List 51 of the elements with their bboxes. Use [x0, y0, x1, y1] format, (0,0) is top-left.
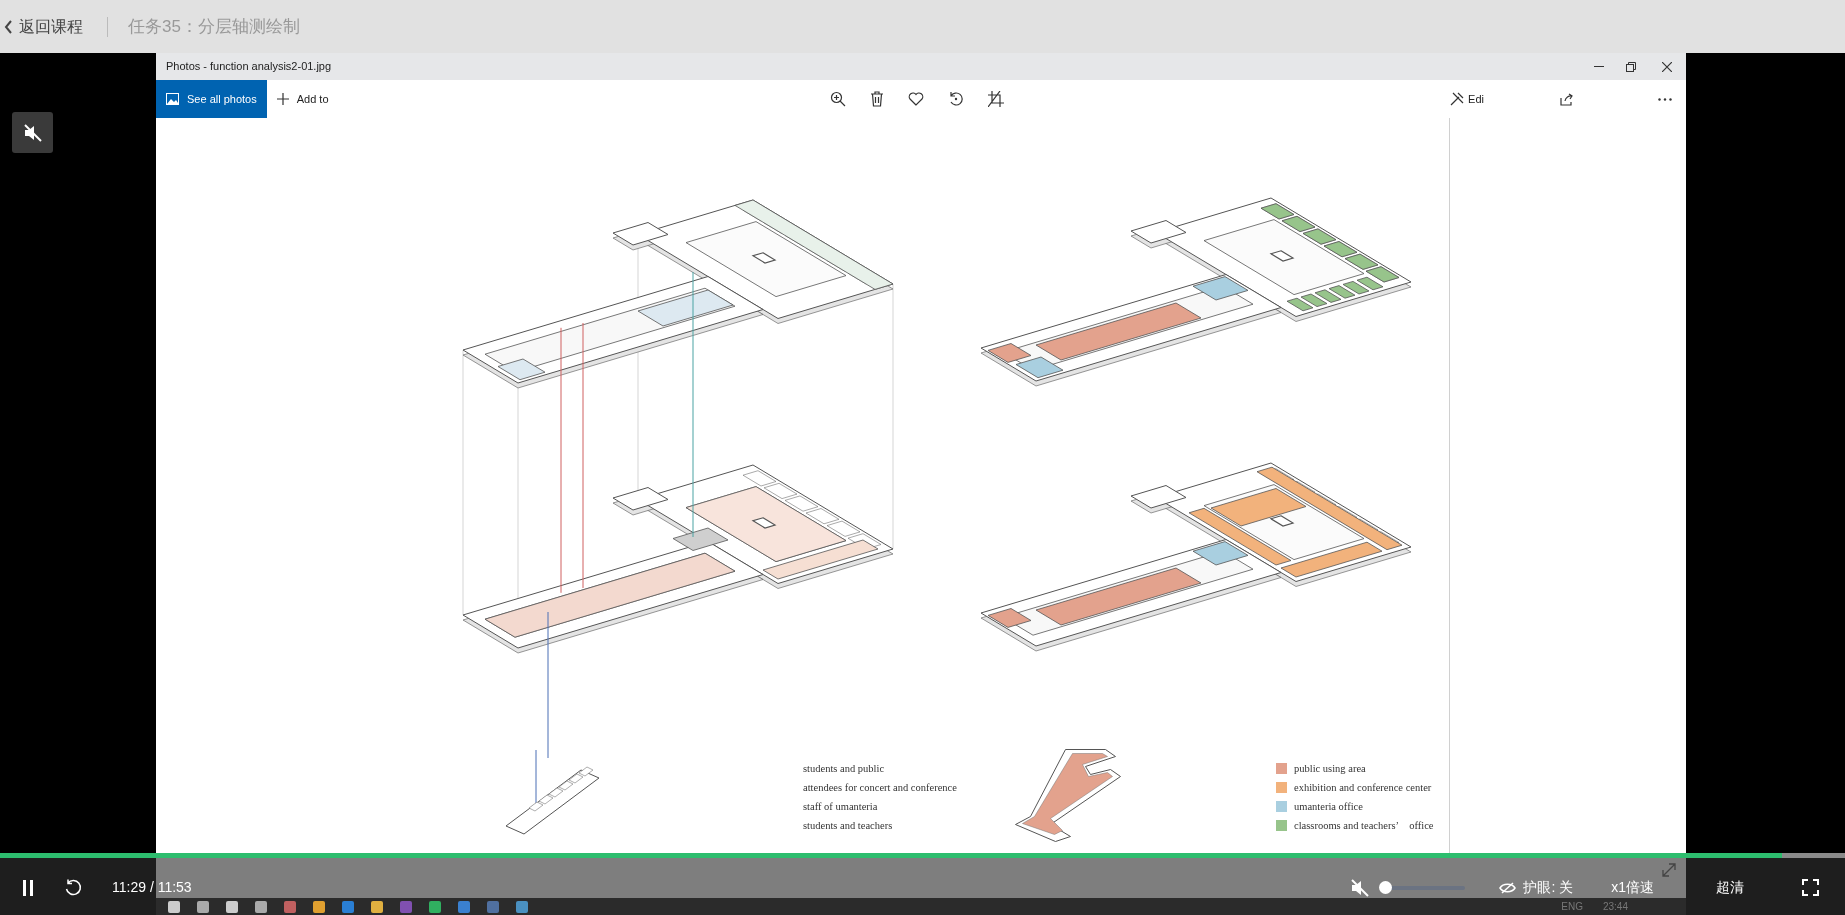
crop-icon[interactable]	[988, 91, 1004, 107]
legend-label: umanteria office	[1294, 800, 1363, 814]
taskbar-app-icon[interactable]	[427, 899, 443, 914]
add-to-button[interactable]: Add to	[266, 80, 339, 118]
replay-10-icon[interactable]	[64, 878, 82, 897]
more-icon[interactable]	[1658, 97, 1672, 101]
taskbar-app-icon[interactable]	[253, 899, 269, 914]
see-all-photos-button[interactable]: See all photos	[156, 80, 267, 118]
fullscreen-icon[interactable]	[1802, 879, 1819, 896]
taskbar-app-icon[interactable]	[195, 899, 211, 914]
legend-label: classrooms and teachers’ office	[1294, 819, 1434, 833]
mute-toggle[interactable]	[12, 112, 53, 153]
trash-icon[interactable]	[870, 91, 884, 107]
edit-icon[interactable]	[1450, 92, 1465, 106]
photo-icon	[166, 93, 179, 105]
minimize-icon[interactable]	[1594, 65, 1604, 68]
taskbar-app-icon[interactable]	[311, 899, 327, 914]
plus-icon	[276, 93, 289, 105]
legend-label: exhibition and conference center	[1294, 781, 1432, 795]
taskbar-app-icon[interactable]	[224, 899, 240, 914]
chevron-left-icon	[4, 19, 13, 34]
eye-off-icon[interactable]	[1499, 881, 1517, 894]
restore-icon[interactable]	[1626, 61, 1636, 72]
heart-icon[interactable]	[908, 92, 924, 106]
taskbar-app-icon[interactable]	[514, 899, 530, 914]
edit-label[interactable]: Edi	[1468, 90, 1484, 108]
window-title: Photos - function analysis2-01.jpg	[166, 59, 332, 75]
playback-time: 11:29 / 11:53	[112, 878, 192, 897]
legend-label: public using area	[1294, 762, 1366, 776]
pause-icon	[22, 879, 34, 896]
legend-label: attendees for concert and conference	[803, 781, 958, 795]
legend-label: staff of umanteria	[803, 800, 879, 814]
back-link[interactable]: 返回课程	[4, 14, 83, 39]
volume-slider[interactable]	[1379, 880, 1466, 895]
muted-speaker-icon	[22, 122, 43, 143]
playback-speed[interactable]: x1倍速	[1611, 877, 1654, 898]
legend-label: students and teachers	[803, 819, 894, 833]
course-task-title: 任务35：分层轴测绘制	[128, 15, 300, 38]
legend-label: students and public	[803, 762, 886, 776]
share-icon[interactable]	[1560, 92, 1574, 106]
taskbar-app-icon[interactable]	[166, 899, 182, 914]
language-indicator[interactable]: ENG	[1561, 899, 1583, 914]
expand-icon[interactable]	[1661, 862, 1677, 878]
eye-care-toggle[interactable]: 护眼: 关	[1523, 877, 1574, 898]
quality-selector[interactable]: 超清	[1716, 877, 1744, 898]
taskbar-app-icon[interactable]	[369, 899, 385, 914]
clock[interactable]: 23:44	[1602, 899, 1628, 914]
close-icon[interactable]	[1662, 61, 1672, 72]
zoom-in-icon[interactable]	[830, 91, 846, 107]
muted-speaker-icon	[1350, 877, 1371, 898]
rotate-icon[interactable]	[948, 91, 964, 107]
